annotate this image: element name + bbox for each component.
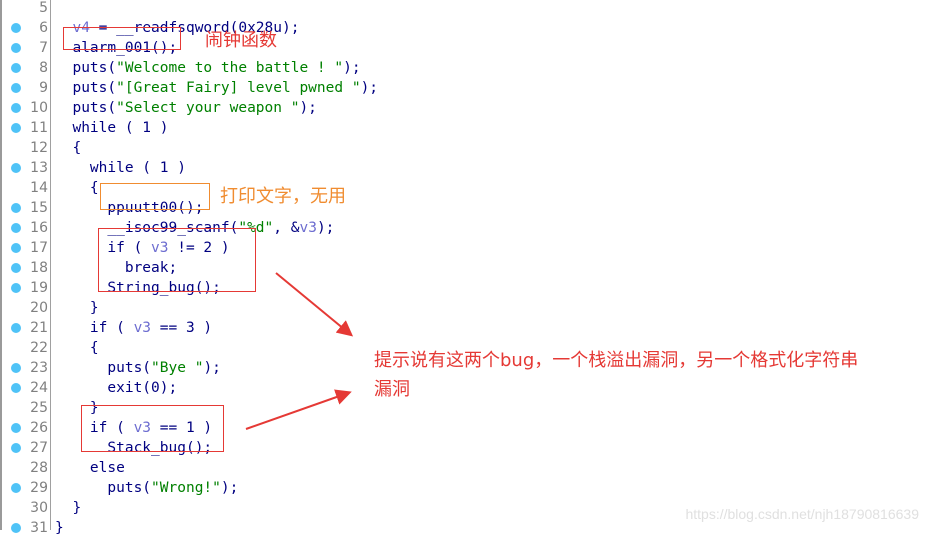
watermark: https://blog.csdn.net/njh18790816639 xyxy=(685,506,919,522)
arrow-to-note-from-string-bug xyxy=(275,272,354,337)
annotation-arrows xyxy=(245,272,354,430)
arrow-to-note-from-stack-bug xyxy=(245,389,352,430)
